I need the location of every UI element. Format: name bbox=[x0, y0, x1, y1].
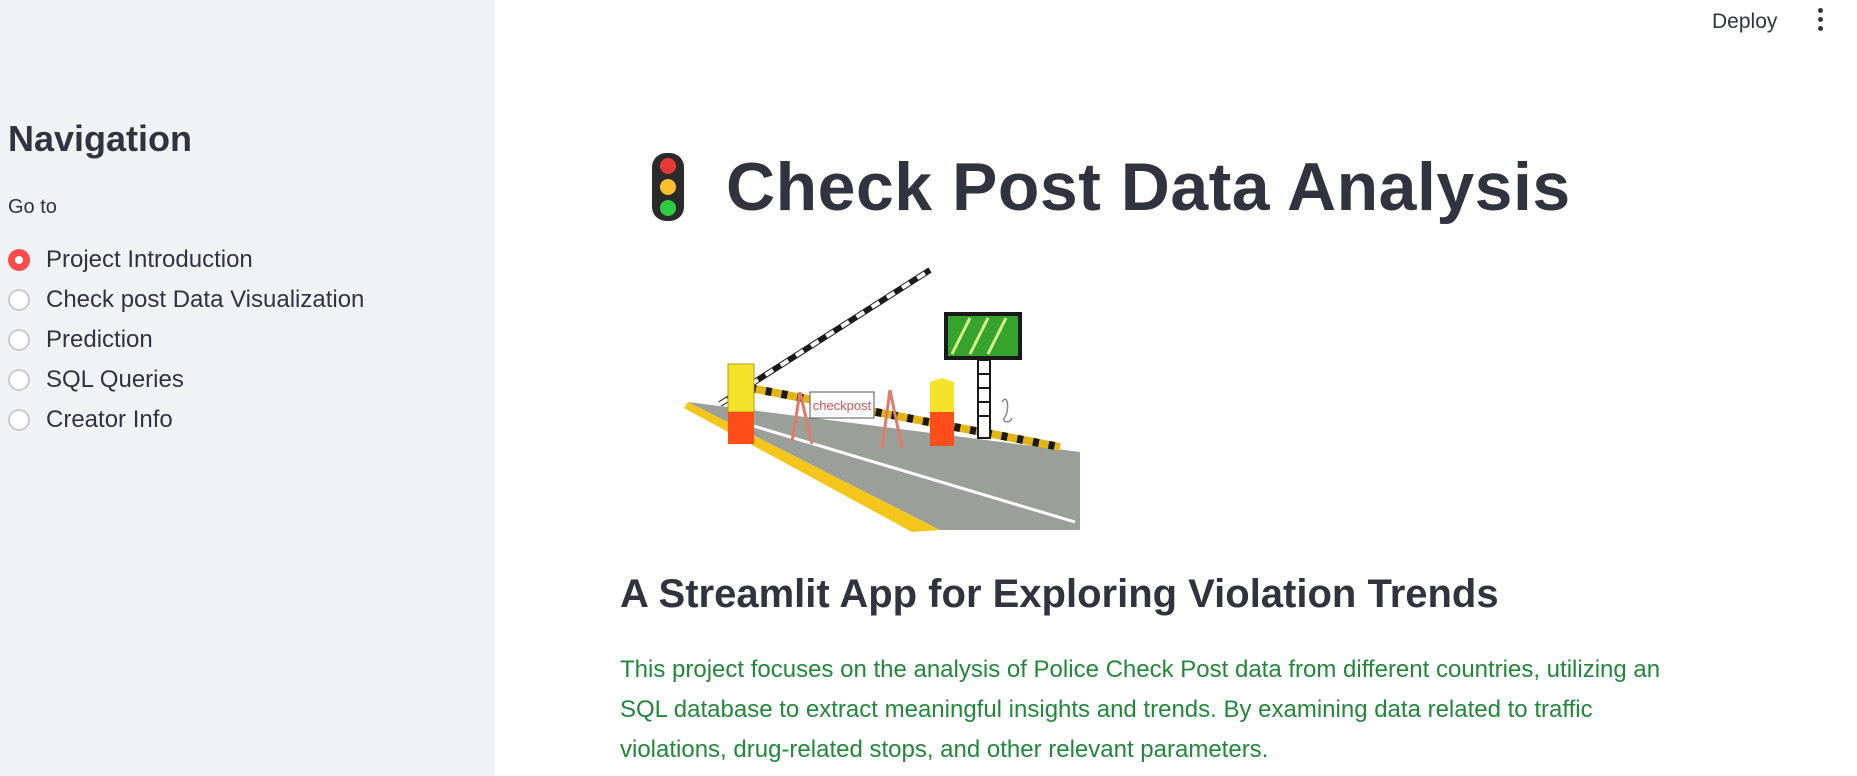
nav-option-project-introduction[interactable]: Project Introduction bbox=[8, 240, 364, 280]
sidebar-heading: Navigation bbox=[8, 118, 193, 159]
radio-group-label: Go to bbox=[8, 196, 57, 218]
nav-option-prediction[interactable]: Prediction bbox=[8, 320, 364, 360]
page-title: Check Post Data Analysis bbox=[726, 149, 1571, 225]
checkpost-illustration: checkpost bbox=[684, 267, 1080, 532]
radio-unselected-icon[interactable] bbox=[8, 289, 30, 311]
page-subtitle: A Streamlit App for Exploring Violation … bbox=[620, 572, 1499, 616]
radio-unselected-icon[interactable] bbox=[8, 369, 30, 391]
project-description: This project focuses on the analysis of … bbox=[620, 656, 1661, 763]
radio-unselected-icon[interactable] bbox=[8, 329, 30, 351]
checkpost-sign-text: checkpost bbox=[813, 398, 872, 413]
nav-option-sql-queries[interactable]: SQL Queries bbox=[8, 360, 364, 400]
sidebar: Navigation Go to Project Introduction Ch… bbox=[0, 0, 495, 776]
kebab-menu-icon[interactable] bbox=[1812, 8, 1828, 34]
page-title-row: Check Post Data Analysis bbox=[648, 148, 1571, 226]
deploy-button[interactable]: Deploy bbox=[1700, 6, 1789, 38]
nav-option-label: Check post Data Visualization bbox=[46, 286, 365, 313]
nav-option-creator-info[interactable]: Creator Info bbox=[8, 400, 364, 440]
traffic-light-icon bbox=[652, 153, 684, 221]
nav-option-check-post-data-visualization[interactable]: Check post Data Visualization bbox=[8, 280, 364, 320]
navigation-radio-group: Project Introduction Check post Data Vis… bbox=[8, 240, 364, 440]
nav-option-label: Creator Info bbox=[46, 406, 173, 433]
nav-option-label: Prediction bbox=[46, 326, 153, 353]
streamlit-app: Navigation Go to Project Introduction Ch… bbox=[0, 0, 1857, 776]
radio-selected-icon[interactable] bbox=[8, 249, 30, 271]
nav-option-label: SQL Queries bbox=[46, 366, 184, 393]
radio-unselected-icon[interactable] bbox=[8, 409, 30, 431]
nav-option-label: Project Introduction bbox=[46, 246, 253, 273]
